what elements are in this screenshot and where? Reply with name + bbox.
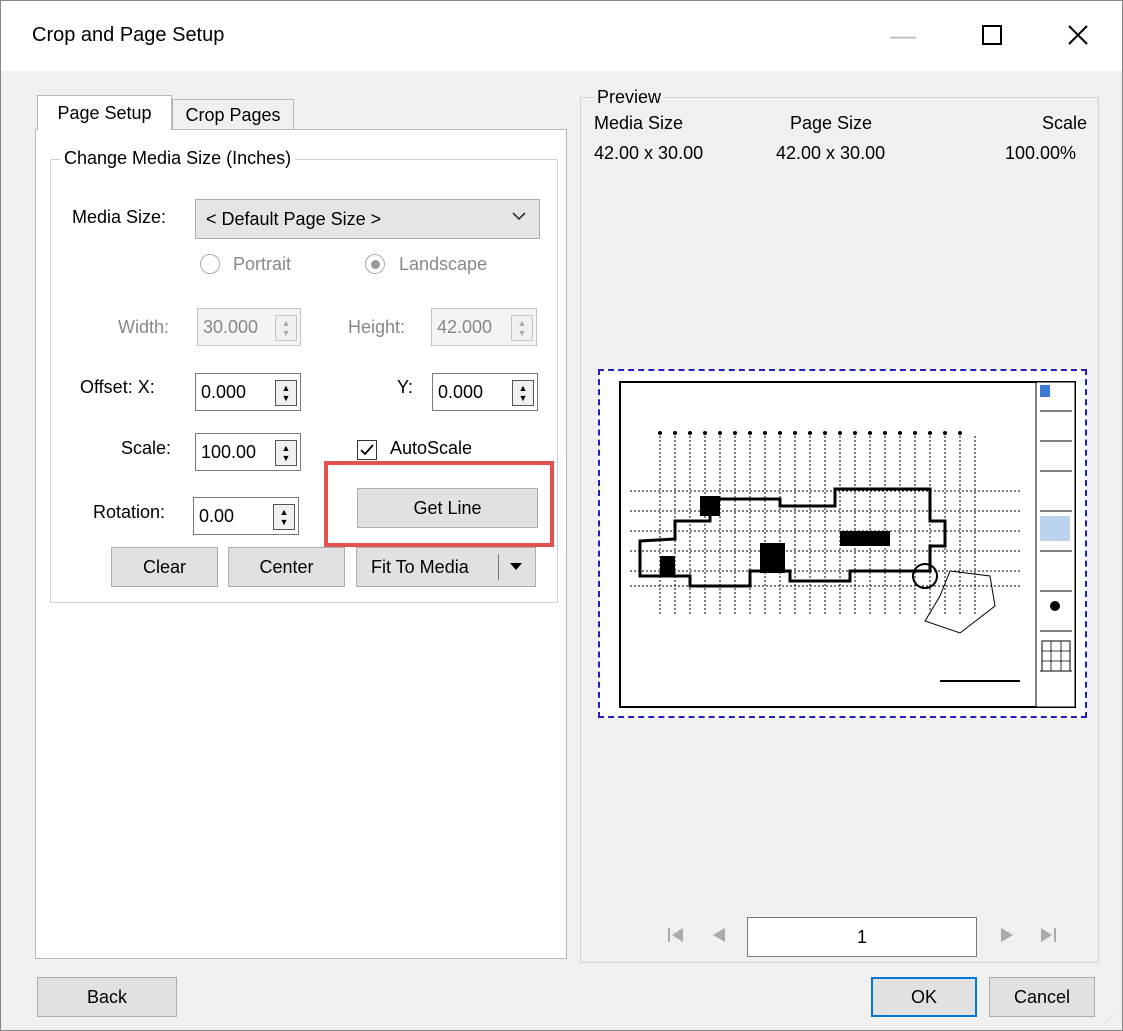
highlight-box xyxy=(324,461,554,547)
spin-arrows-icon[interactable]: ▲ ▼ xyxy=(273,504,295,530)
fit-to-media-label: Fit To Media xyxy=(371,556,469,577)
media-size-value: < Default Page Size > xyxy=(206,208,382,229)
spin-arrows-icon[interactable]: ▲ ▼ xyxy=(275,440,297,466)
portrait-label: Portrait xyxy=(233,254,292,274)
width-value: 30.000 xyxy=(203,316,259,337)
media-size-label: Media Size: xyxy=(72,207,167,227)
maximize-icon xyxy=(982,25,1002,45)
page-size-readout: 42.00 x 30.00 xyxy=(776,143,886,163)
spin-arrows-icon[interactable]: ▲ ▼ xyxy=(275,315,297,341)
media-size-header: Media Size xyxy=(594,113,684,133)
rotation-label: Rotation: xyxy=(93,502,166,522)
landscape-label: Landscape xyxy=(399,254,488,274)
window-title: Crop and Page Setup xyxy=(32,24,225,46)
center-button[interactable]: Center xyxy=(228,547,345,587)
offset-y-label: Y: xyxy=(397,377,414,397)
scale-spinner[interactable]: 100.00 ▲ ▼ xyxy=(195,433,301,471)
media-size-dropdown[interactable]: < Default Page Size > xyxy=(195,199,540,239)
split-divider xyxy=(498,554,499,580)
scale-readout: 100.00% xyxy=(1005,143,1077,163)
page-preview xyxy=(598,369,1087,718)
fit-to-media-button[interactable]: Fit To Media xyxy=(356,547,536,587)
offset-x-spinner[interactable]: 0.000 ▲ ▼ xyxy=(195,373,301,411)
media-size-readout: 42.00 x 30.00 xyxy=(594,143,704,163)
autoscale-checkbox[interactable] xyxy=(357,440,377,460)
maximize-button[interactable] xyxy=(957,0,1027,70)
offset-x-label: Offset: X: xyxy=(80,377,155,397)
previous-page-icon[interactable] xyxy=(709,925,729,951)
cancel-button[interactable]: Cancel xyxy=(989,977,1095,1017)
scale-value: 100.00 xyxy=(201,441,257,462)
spin-arrows-icon[interactable]: ▲ ▼ xyxy=(512,380,534,406)
drawing-thumbnail xyxy=(619,381,1076,708)
spin-arrows-icon[interactable]: ▲ ▼ xyxy=(275,380,297,406)
close-button[interactable] xyxy=(1043,0,1113,70)
resize-grip-icon[interactable]: ⋰ xyxy=(1106,1012,1116,1023)
close-icon xyxy=(1068,25,1088,45)
tab-page-setup[interactable]: Page Setup xyxy=(37,95,172,130)
width-spinner[interactable]: 30.000 ▲ ▼ xyxy=(197,308,301,346)
width-label: Width: xyxy=(118,317,170,337)
preview-label: Preview xyxy=(594,87,665,108)
chevron-down-icon xyxy=(511,208,527,229)
portrait-radio[interactable] xyxy=(200,254,220,274)
autoscale-label: AutoScale xyxy=(390,438,473,458)
spin-arrows-icon[interactable]: ▲ ▼ xyxy=(511,315,533,341)
landscape-radio[interactable] xyxy=(365,254,385,274)
back-button[interactable]: Back xyxy=(37,977,177,1017)
offset-y-value: 0.000 xyxy=(438,381,484,402)
height-label: Height: xyxy=(348,317,406,337)
scale-label: Scale: xyxy=(121,438,172,458)
rotation-spinner[interactable]: 0.00 ▲ ▼ xyxy=(193,497,299,535)
scale-header: Scale xyxy=(1042,113,1088,133)
offset-x-value: 0.000 xyxy=(201,381,247,402)
ok-button[interactable]: OK xyxy=(871,977,977,1017)
height-value: 42.000 xyxy=(437,316,493,337)
group-title: Change Media Size (Inches) xyxy=(60,148,296,169)
page-size-header: Page Size xyxy=(790,113,873,133)
minimize-icon: — xyxy=(890,19,916,50)
last-page-icon[interactable] xyxy=(1038,925,1058,951)
rotation-value: 0.00 xyxy=(199,505,235,526)
first-page-icon[interactable] xyxy=(666,925,686,951)
offset-y-spinner[interactable]: 0.000 ▲ ▼ xyxy=(432,373,538,411)
height-spinner[interactable]: 42.000 ▲ ▼ xyxy=(431,308,537,346)
dropdown-arrow-icon[interactable] xyxy=(507,557,525,580)
page-number-input[interactable]: 1 xyxy=(747,917,977,957)
checkmark-icon xyxy=(360,444,374,456)
tab-crop-pages[interactable]: Crop Pages xyxy=(172,99,294,130)
clear-button[interactable]: Clear xyxy=(111,547,218,587)
next-page-icon[interactable] xyxy=(997,925,1017,951)
